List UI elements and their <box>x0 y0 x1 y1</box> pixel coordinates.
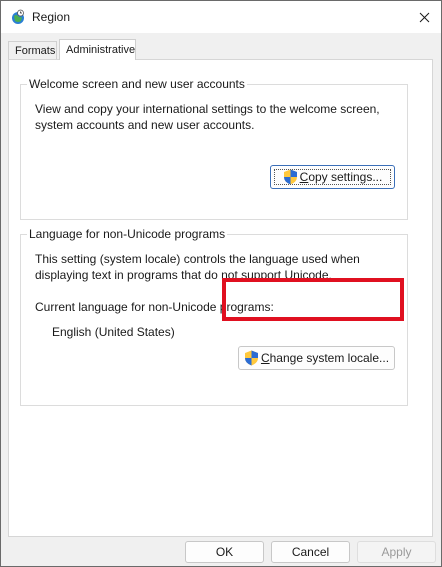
close-button[interactable] <box>407 1 441 33</box>
tab-formats[interactable]: Formats <box>8 41 57 59</box>
welcome-screen-group: Welcome screen and new user accounts Vie… <box>20 77 408 220</box>
change-locale-label: Change system locale... <box>261 351 389 365</box>
accelerator-key: C <box>260 351 270 365</box>
ok-button[interactable]: OK <box>185 541 264 563</box>
current-language-value: English (United States) <box>52 325 175 339</box>
welcome-description: View and copy your international setting… <box>35 101 380 133</box>
title-bar: Region <box>1 1 441 33</box>
region-globe-icon <box>12 9 24 24</box>
apply-button[interactable]: Apply <box>357 541 436 563</box>
uac-shield-icon <box>244 350 258 366</box>
close-icon <box>419 12 429 22</box>
highlight-annotation <box>222 278 404 321</box>
cancel-button[interactable]: Cancel <box>271 541 350 563</box>
tab-administrative[interactable]: Administrative <box>59 39 136 60</box>
welcome-description-line: View and copy your international setting… <box>35 102 380 116</box>
non-unicode-group-title: Language for non-Unicode programs <box>27 227 228 241</box>
region-dialog: Region Formats Administrative Welcome sc… <box>0 0 442 567</box>
locale-description-line: This setting (system locale) controls th… <box>35 252 360 266</box>
window-title: Region <box>32 10 71 24</box>
copy-settings-button[interactable]: Copy settings... <box>270 165 395 189</box>
focus-rectangle <box>274 169 391 185</box>
welcome-group-title: Welcome screen and new user accounts <box>27 77 247 91</box>
button-label-text: hange system locale... <box>269 351 390 365</box>
change-system-locale-button[interactable]: Change system locale... <box>238 346 395 370</box>
welcome-description-line: system accounts and new user accounts. <box>35 118 255 132</box>
